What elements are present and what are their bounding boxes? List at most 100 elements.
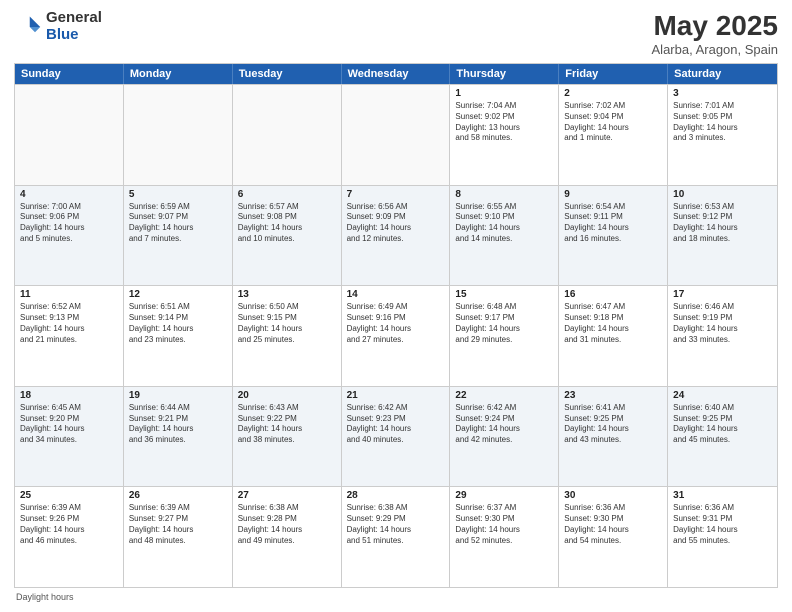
calendar-week-row: 11Sunrise: 6:52 AMSunset: 9:13 PMDayligh… [15, 285, 777, 386]
calendar-cell: 30 Sunrise: 6:36 AMSunset: 9:30 PMDayligh… [559, 487, 668, 587]
day-number: 5 [129, 189, 227, 200]
day-number: 20 [238, 390, 336, 401]
day-number: 13 [238, 289, 336, 300]
cell-content: Sunrise: 6:57 AMSunset: 9:08 PMDaylight:… [238, 202, 336, 245]
cell-content: Sunrise: 6:44 AMSunset: 9:21 PMDaylight:… [129, 403, 227, 446]
day-number: 12 [129, 289, 227, 300]
day-number: 1 [455, 88, 553, 99]
cell-content: Sunrise: 6:40 AMSunset: 9:25 PMDaylight:… [673, 403, 772, 446]
cell-content: Sunrise: 6:48 AMSunset: 9:17 PMDaylight:… [455, 302, 553, 345]
day-number: 21 [347, 390, 445, 401]
cell-content: Sunrise: 6:36 AMSunset: 9:30 PMDaylight:… [564, 503, 662, 546]
cell-content: Sunrise: 7:02 AMSunset: 9:04 PMDaylight:… [564, 101, 662, 144]
day-number: 8 [455, 189, 553, 200]
cell-content: Sunrise: 6:38 AMSunset: 9:28 PMDaylight:… [238, 503, 336, 546]
cell-content: Sunrise: 6:47 AMSunset: 9:18 PMDaylight:… [564, 302, 662, 345]
calendar-cell: 25 Sunrise: 6:39 AMSunset: 9:26 PMDayligh… [15, 487, 124, 587]
calendar-cell: 29Sunrise: 6:37 AMSunset: 9:30 PMDayligh… [450, 487, 559, 587]
calendar-header: SundayMondayTuesdayWednesdayThursdayFrid… [15, 64, 777, 84]
calendar-cell: 20Sunrise: 6:43 AMSunset: 9:22 PMDayligh… [233, 387, 342, 487]
day-number: 18 [20, 390, 118, 401]
calendar-day-header: Friday [559, 64, 668, 84]
calendar-cell: 26 Sunrise: 6:39 AMSunset: 9:27 PMDayligh… [124, 487, 233, 587]
calendar-day-header: Saturday [668, 64, 777, 84]
calendar-cell: 9 Sunrise: 6:54 AMSunset: 9:11 PMDaylight… [559, 186, 668, 286]
calendar-cell: 3 Sunrise: 7:01 AMSunset: 9:05 PMDaylight… [668, 85, 777, 185]
calendar-week-row: 1 Sunrise: 7:04 AMSunset: 9:02 PMDaylight… [15, 84, 777, 185]
calendar-week-row: 18 Sunrise: 6:45 AMSunset: 9:20 PMDayligh… [15, 386, 777, 487]
day-number: 30 [564, 490, 662, 501]
calendar-cell [124, 85, 233, 185]
day-number: 28 [347, 490, 445, 501]
day-number: 3 [673, 88, 772, 99]
calendar-cell: 6 Sunrise: 6:57 AMSunset: 9:08 PMDaylight… [233, 186, 342, 286]
calendar-cell: 18 Sunrise: 6:45 AMSunset: 9:20 PMDayligh… [15, 387, 124, 487]
calendar-day-header: Sunday [15, 64, 124, 84]
cell-content: Sunrise: 6:53 AMSunset: 9:12 PMDaylight:… [673, 202, 772, 245]
cell-content: Sunrise: 6:54 AMSunset: 9:11 PMDaylight:… [564, 202, 662, 245]
day-number: 6 [238, 189, 336, 200]
calendar-day-header: Wednesday [342, 64, 451, 84]
calendar-cell: 12 Sunrise: 6:51 AMSunset: 9:14 PMDayligh… [124, 286, 233, 386]
day-number: 24 [673, 390, 772, 401]
cell-content: Sunrise: 6:51 AMSunset: 9:14 PMDaylight:… [129, 302, 227, 345]
day-number: 4 [20, 189, 118, 200]
calendar-cell: 5 Sunrise: 6:59 AMSunset: 9:07 PMDaylight… [124, 186, 233, 286]
calendar-cell: 19 Sunrise: 6:44 AMSunset: 9:21 PMDayligh… [124, 387, 233, 487]
cell-content: Sunrise: 6:56 AMSunset: 9:09 PMDaylight:… [347, 202, 445, 245]
calendar-cell: 2Sunrise: 7:02 AMSunset: 9:04 PMDaylight… [559, 85, 668, 185]
cell-content: Sunrise: 6:50 AMSunset: 9:15 PMDaylight:… [238, 302, 336, 345]
calendar-cell: 8Sunrise: 6:55 AMSunset: 9:10 PMDaylight… [450, 186, 559, 286]
calendar-cell: 7 Sunrise: 6:56 AMSunset: 9:09 PMDaylight… [342, 186, 451, 286]
cell-content: Sunrise: 6:38 AMSunset: 9:29 PMDaylight:… [347, 503, 445, 546]
page: General Blue May 2025 Alarba, Aragon, Sp… [0, 0, 792, 612]
cell-content: Sunrise: 6:59 AMSunset: 9:07 PMDaylight:… [129, 202, 227, 245]
day-number: 31 [673, 490, 772, 501]
calendar-cell: 15 Sunrise: 6:48 AMSunset: 9:17 PMDayligh… [450, 286, 559, 386]
calendar-cell: 22Sunrise: 6:42 AMSunset: 9:24 PMDayligh… [450, 387, 559, 487]
logo-icon [14, 13, 42, 41]
calendar-cell: 1 Sunrise: 7:04 AMSunset: 9:02 PMDaylight… [450, 85, 559, 185]
calendar-day-header: Tuesday [233, 64, 342, 84]
day-number: 10 [673, 189, 772, 200]
calendar-cell: 11Sunrise: 6:52 AMSunset: 9:13 PMDayligh… [15, 286, 124, 386]
calendar-week-row: 25 Sunrise: 6:39 AMSunset: 9:26 PMDayligh… [15, 486, 777, 587]
calendar-cell [15, 85, 124, 185]
calendar-cell: 21Sunrise: 6:42 AMSunset: 9:23 PMDayligh… [342, 387, 451, 487]
cell-content: Sunrise: 6:42 AMSunset: 9:24 PMDaylight:… [455, 403, 553, 446]
calendar-day-header: Monday [124, 64, 233, 84]
cell-content: Sunrise: 6:39 AMSunset: 9:27 PMDaylight:… [129, 503, 227, 546]
day-number: 25 [20, 490, 118, 501]
day-number: 26 [129, 490, 227, 501]
cell-content: Sunrise: 6:39 AMSunset: 9:26 PMDaylight:… [20, 503, 118, 546]
cell-content: Sunrise: 7:04 AMSunset: 9:02 PMDaylight:… [455, 101, 553, 144]
calendar-cell [342, 85, 451, 185]
day-number: 15 [455, 289, 553, 300]
footer-note: Daylight hours [14, 592, 778, 602]
calendar-cell: 14Sunrise: 6:49 AMSunset: 9:16 PMDayligh… [342, 286, 451, 386]
calendar-cell: 13 Sunrise: 6:50 AMSunset: 9:15 PMDayligh… [233, 286, 342, 386]
day-number: 16 [564, 289, 662, 300]
header: General Blue May 2025 Alarba, Aragon, Sp… [14, 10, 778, 57]
logo-text: General Blue [46, 10, 102, 43]
calendar-cell: 28 Sunrise: 6:38 AMSunset: 9:29 PMDayligh… [342, 487, 451, 587]
logo-general: General [46, 10, 102, 27]
calendar-body: 1 Sunrise: 7:04 AMSunset: 9:02 PMDaylight… [15, 84, 777, 587]
cell-content: Sunrise: 6:41 AMSunset: 9:25 PMDaylight:… [564, 403, 662, 446]
calendar-week-row: 4 Sunrise: 7:00 AMSunset: 9:06 PMDaylight… [15, 185, 777, 286]
calendar-cell: 17Sunrise: 6:46 AMSunset: 9:19 PMDayligh… [668, 286, 777, 386]
title-block: May 2025 Alarba, Aragon, Spain [652, 10, 778, 57]
cell-content: Sunrise: 6:45 AMSunset: 9:20 PMDaylight:… [20, 403, 118, 446]
cell-content: Sunrise: 6:52 AMSunset: 9:13 PMDaylight:… [20, 302, 118, 345]
day-number: 19 [129, 390, 227, 401]
calendar-cell: 10 Sunrise: 6:53 AMSunset: 9:12 PMDayligh… [668, 186, 777, 286]
calendar-day-header: Thursday [450, 64, 559, 84]
logo-blue: Blue [46, 27, 102, 44]
day-number: 7 [347, 189, 445, 200]
day-number: 23 [564, 390, 662, 401]
cell-content: Sunrise: 7:01 AMSunset: 9:05 PMDaylight:… [673, 101, 772, 144]
calendar-cell [233, 85, 342, 185]
calendar-cell: 23 Sunrise: 6:41 AMSunset: 9:25 PMDayligh… [559, 387, 668, 487]
day-number: 9 [564, 189, 662, 200]
cell-content: Sunrise: 7:00 AMSunset: 9:06 PMDaylight:… [20, 202, 118, 245]
